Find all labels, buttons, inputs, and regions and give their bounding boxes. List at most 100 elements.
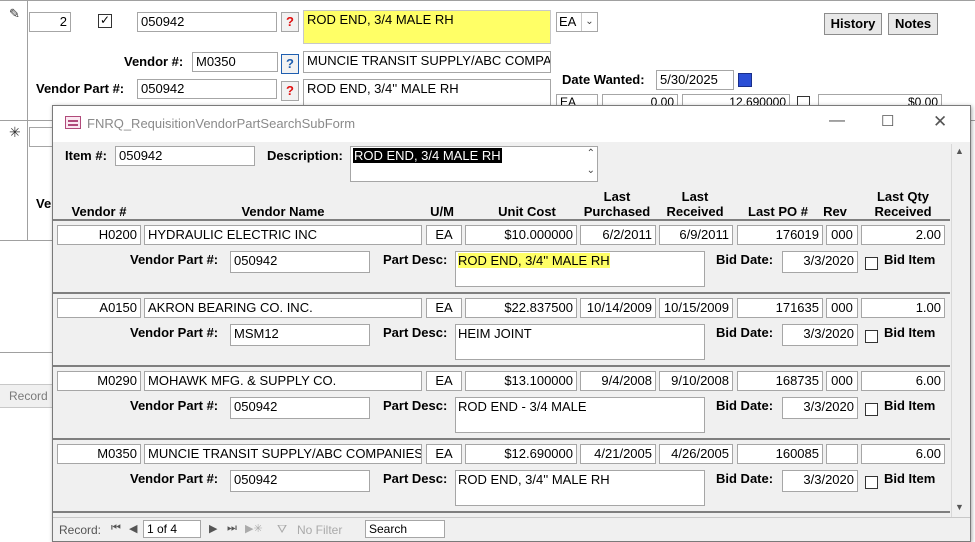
popup-description-field[interactable]: ROD END, 3/4 MALE RH ⌃ ⌄ xyxy=(350,146,598,182)
row-vendor-part[interactable]: 050942 xyxy=(230,397,370,419)
notes-button[interactable]: Notes xyxy=(888,13,938,35)
row-bid-item-checkbox[interactable] xyxy=(865,476,878,489)
item-lookup-button[interactable]: ? xyxy=(281,12,299,32)
col-last-qty: Last Qty Received xyxy=(874,189,932,219)
row-rev[interactable]: 000 xyxy=(826,225,858,245)
row-unit-cost[interactable]: $12.690000 xyxy=(465,444,577,464)
row-last-qty[interactable]: 6.00 xyxy=(861,444,945,464)
chevron-down-icon[interactable]: ⌄ xyxy=(581,13,597,31)
item-number-field[interactable]: 050942 xyxy=(137,12,277,32)
row-rev[interactable]: 000 xyxy=(826,371,858,391)
row-last-qty[interactable]: 1.00 xyxy=(861,298,945,318)
row-um[interactable]: EA xyxy=(426,298,462,318)
row-vendor-no[interactable]: A0150 xyxy=(57,298,141,318)
row-last-received[interactable]: 6/9/2011 xyxy=(659,225,733,245)
row-last-purchased[interactable]: 6/2/2011 xyxy=(580,225,656,245)
grid-line xyxy=(0,0,975,1)
new-line-field[interactable] xyxy=(29,127,53,147)
row-unit-cost[interactable]: $22.837500 xyxy=(465,298,577,318)
history-button[interactable]: History xyxy=(824,13,882,35)
row-rev[interactable] xyxy=(826,444,858,464)
vertical-scrollbar[interactable]: ▲ ▼ xyxy=(951,144,968,518)
filter-icon: ⛛ xyxy=(277,522,288,536)
line-number-field[interactable]: 2 xyxy=(29,12,71,32)
row-vendor-no[interactable]: M0290 xyxy=(57,371,141,391)
row-bid-date[interactable]: 3/3/2020 xyxy=(782,251,858,273)
row-bid-date-label: Bid Date: xyxy=(716,325,774,340)
row-vendor-part-label: Vendor Part #: xyxy=(130,471,219,486)
vendor-part-field[interactable]: 050942 xyxy=(137,79,277,99)
row-bid-item-checkbox[interactable] xyxy=(865,403,878,416)
row-last-po[interactable]: 160085 xyxy=(737,444,823,464)
row-bid-item-checkbox[interactable] xyxy=(865,257,878,270)
title-bar[interactable]: FNRQ_RequisitionVendorPartSearchSubForm … xyxy=(53,106,970,142)
search-input[interactable]: Search xyxy=(365,520,445,538)
row-last-purchased[interactable]: 4/21/2005 xyxy=(580,444,656,464)
row-last-qty[interactable]: 6.00 xyxy=(861,371,945,391)
date-wanted-field[interactable]: 5/30/2025 xyxy=(656,70,734,90)
row-last-purchased[interactable]: 10/14/2009 xyxy=(580,298,656,318)
first-record-icon[interactable]: ⏮ xyxy=(111,522,121,535)
row-part-desc-label: Part Desc: xyxy=(383,325,448,340)
row-last-po[interactable]: 171635 xyxy=(737,298,823,318)
close-icon[interactable]: ✕ xyxy=(933,112,947,132)
row-last-received[interactable]: 9/10/2008 xyxy=(659,371,733,391)
row-last-received[interactable]: 10/15/2009 xyxy=(659,298,733,318)
row-um[interactable]: EA xyxy=(426,225,462,245)
row-vendor-part-label: Vendor Part #: xyxy=(130,252,219,267)
row-vendor-no[interactable]: H0200 xyxy=(57,225,141,245)
row-part-desc-field[interactable]: ROD END, 3/4'' MALE RH xyxy=(455,251,705,287)
chevron-down-icon[interactable]: ⌄ xyxy=(587,165,595,177)
scroll-down-icon[interactable]: ▼ xyxy=(955,502,964,512)
row-um[interactable]: EA xyxy=(426,371,462,391)
row-vendor-part[interactable]: 050942 xyxy=(230,251,370,273)
row-part-desc-field[interactable]: HEIM JOINT xyxy=(455,324,705,360)
previous-record-icon[interactable]: ◀ xyxy=(129,522,137,535)
maximize-icon[interactable]: ☐ xyxy=(881,112,894,130)
um-select[interactable]: EA ⌄ xyxy=(556,12,598,32)
last-record-icon[interactable]: ⏭ xyxy=(227,522,237,535)
row-bid-item-checkbox[interactable] xyxy=(865,330,878,343)
vendor-part-lookup-button[interactable]: ? xyxy=(281,81,299,101)
row-unit-cost[interactable]: $10.000000 xyxy=(465,225,577,245)
row-bid-date[interactable]: 3/3/2020 xyxy=(782,470,858,492)
new-record-icon[interactable]: ▶✳ xyxy=(245,522,263,535)
new-record-asterisk-icon: ✳ xyxy=(9,124,21,140)
row-unit-cost[interactable]: $13.100000 xyxy=(465,371,577,391)
row-part-desc-field[interactable]: ROD END - 3/4 MALE xyxy=(455,397,705,433)
row-vendor-name[interactable]: MUNCIE TRANSIT SUPPLY/ABC COMPANIES xyxy=(144,444,422,464)
scroll-up-icon[interactable]: ▲ xyxy=(955,146,964,156)
row-divider xyxy=(53,438,950,440)
row-last-qty[interactable]: 2.00 xyxy=(861,225,945,245)
row-vendor-part[interactable]: 050942 xyxy=(230,470,370,492)
item-description-field[interactable]: ROD END, 3/4 MALE RH xyxy=(303,10,551,44)
row-vendor-no[interactable]: M0350 xyxy=(57,444,141,464)
row-vendor-part[interactable]: MSM12 xyxy=(230,324,370,346)
next-record-icon[interactable]: ▶ xyxy=(209,522,217,535)
vendor-name-field[interactable]: MUNCIE TRANSIT SUPPLY/ABC COMPAN xyxy=(303,51,551,73)
part-description-field[interactable]: ROD END, 3/4'' MALE RH xyxy=(303,79,551,107)
calendar-icon[interactable] xyxy=(738,73,752,87)
row-vendor-name[interactable]: MOHAWK MFG. & SUPPLY CO. xyxy=(144,371,422,391)
minimize-icon[interactable]: — xyxy=(829,112,845,130)
row-vendor-name[interactable]: AKRON BEARING CO. INC. xyxy=(144,298,422,318)
row-bid-date[interactable]: 3/3/2020 xyxy=(782,324,858,346)
vendor-lookup-button[interactable]: ? xyxy=(281,54,299,74)
row-part-desc-field[interactable]: ROD END, 3/4'' MALE RH xyxy=(455,470,705,506)
vendor-number-field[interactable]: M0350 xyxy=(192,52,278,72)
row-last-po[interactable]: 168735 xyxy=(737,371,823,391)
row-rev[interactable]: 000 xyxy=(826,298,858,318)
popup-item-field[interactable]: 050942 xyxy=(115,146,255,166)
row-last-purchased[interactable]: 9/4/2008 xyxy=(580,371,656,391)
chevron-up-icon[interactable]: ⌃ xyxy=(587,148,595,160)
row-vendor-name[interactable]: HYDRAULIC ELECTRIC INC xyxy=(144,225,422,245)
description-label: Description: xyxy=(267,148,343,163)
row-part-desc-label: Part Desc: xyxy=(383,252,448,267)
record-position-field[interactable]: 1 of 4 xyxy=(143,520,201,538)
row-bid-date[interactable]: 3/3/2020 xyxy=(782,397,858,419)
no-filter-button[interactable]: No Filter xyxy=(297,523,342,537)
row-last-po[interactable]: 176019 xyxy=(737,225,823,245)
row-last-received[interactable]: 4/26/2005 xyxy=(659,444,733,464)
line-checkbox[interactable]: ✓ xyxy=(98,14,112,28)
row-um[interactable]: EA xyxy=(426,444,462,464)
